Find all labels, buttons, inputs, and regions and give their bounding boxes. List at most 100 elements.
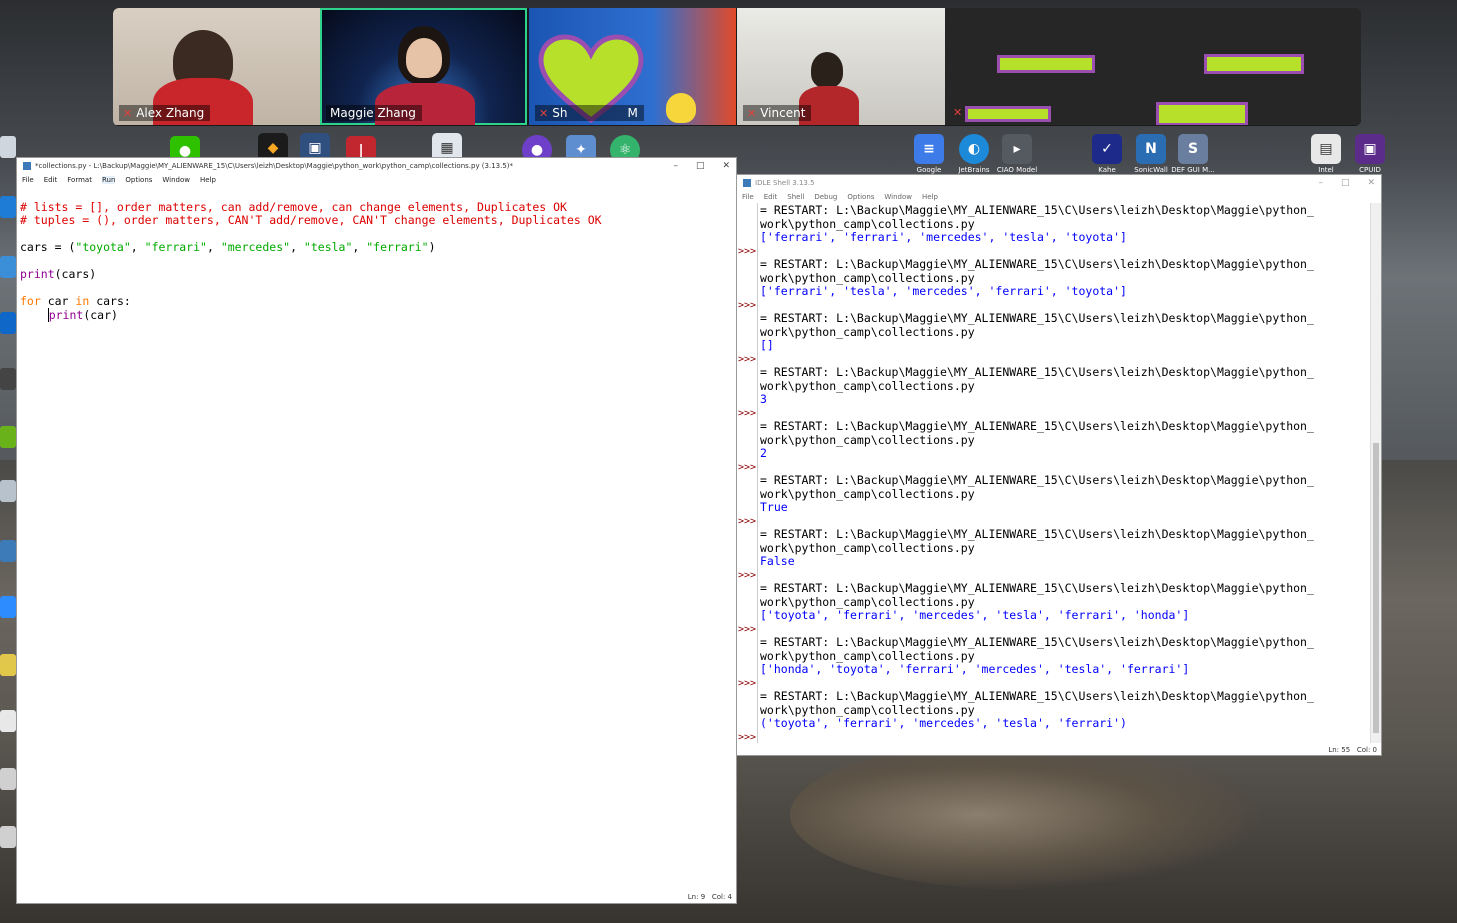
participant-name: ✕ Vincent [743,105,812,121]
shell-scrollbar[interactable] [1370,203,1381,743]
participant-tile-3[interactable]: ✕ Sh M [529,8,736,125]
zoom-icon[interactable] [0,596,16,618]
maximize-icon[interactable]: □ [696,161,705,171]
muted-mic-icon: ✕ [953,106,963,119]
muted-mic-icon: ✕ [539,106,549,120]
restart-line: = RESTART: L:\Backup\Maggie\MY_ALIENWARE… [760,311,1314,325]
play-icon[interactable]: ▸ [1002,134,1032,164]
menu-window[interactable]: Window [884,193,912,201]
editor-title: *collections.py - L:\Backup\Maggie\MY_AL… [35,162,514,170]
menu-run[interactable]: Run [101,176,116,184]
code-line: cars = ("toyota", "ferrari", "mercedes",… [20,240,436,254]
restart-line: = RESTART: L:\Backup\Maggie\MY_ALIENWARE… [760,419,1314,433]
shell-output: ['honda', 'toyota', 'ferrari', 'mercedes… [760,662,1190,676]
code-line: # lists = [], order matters, can add/rem… [20,199,567,214]
participant-tile-2[interactable]: Maggie Zhang [320,8,527,125]
s-icon[interactable]: S [1178,134,1208,164]
counter-strike-icon[interactable] [0,368,16,390]
shell-output: 3 [760,392,767,406]
shell-prompt: >>> [738,677,757,689]
shell-output: [] [760,338,774,352]
shell-output: False [760,554,795,568]
restart-line: work\python_camp\collections.py [760,540,975,555]
recycle-bin-icon[interactable] [0,136,16,158]
shell-output: ['ferrari', 'ferrari', 'mercedes', 'tesl… [760,230,1127,244]
nks-icon[interactable] [0,654,16,676]
edge-icon[interactable] [0,196,16,218]
browser-icon[interactable]: ◐ [959,134,989,164]
menu-edit[interactable]: Edit [44,176,58,184]
shell-window[interactable]: IDLE Shell 3.13.5 – □ ✕ File Edit Shell … [736,174,1382,756]
geforce-icon[interactable] [0,426,16,448]
shell-titlebar[interactable]: IDLE Shell 3.13.5 – □ ✕ [737,175,1381,191]
editor-statusbar: Ln: 9 Col: 4 [687,893,732,901]
restart-line: work\python_camp\collections.py [760,324,975,339]
python-shell-icon [743,179,751,187]
docs-icon[interactable]: ≡ [914,134,944,164]
chip-icon[interactable]: ▣ [1355,134,1385,164]
code-line: print(car) [47,307,118,322]
restart-line: = RESTART: L:\Backup\Maggie\MY_ALIENWARE… [760,473,1314,487]
canon-toolbox-icon[interactable] [0,480,16,502]
restart-line: work\python_camp\collections.py [760,702,975,717]
unity-hub-icon[interactable] [0,826,16,848]
shell-menubar: File Edit Shell Debug Options Window Hel… [737,191,1381,203]
nx-icon[interactable]: N [1136,134,1166,164]
support-assist-icon[interactable] [0,256,16,278]
menu-format[interactable]: Format [67,176,92,184]
editor-titlebar[interactable]: *collections.py - L:\Backup\Maggie\MY_AL… [17,158,736,174]
menu-help[interactable]: Help [922,193,938,201]
aseprite-icon[interactable] [0,710,16,732]
python-icon[interactable] [0,540,16,562]
doc-icon[interactable]: ▤ [1311,134,1341,164]
restart-line: work\python_camp\collections.py [760,648,975,663]
restart-line: work\python_camp\collections.py [760,486,975,501]
unity-icon[interactable] [0,768,16,790]
close-icon[interactable]: ✕ [722,161,730,171]
shell-output: ['ferrari', 'tesla', 'mercedes', 'ferrar… [760,284,1127,298]
editor-window[interactable]: *collections.py - L:\Backup\Maggie\MY_AL… [16,157,737,904]
menu-shell[interactable]: Shell [787,193,804,201]
close-icon[interactable]: ✕ [1367,178,1375,188]
editor-menubar: File Edit Format Run Options Window Help [17,174,736,186]
menu-file[interactable]: File [22,176,34,184]
scrollbar-thumb[interactable] [1373,443,1379,733]
shell-statusbar: Ln: 55 Col: 0 [1328,746,1377,754]
editor-code-area[interactable]: # lists = [], order matters, can add/rem… [20,187,602,349]
menu-edit[interactable]: Edit [764,193,778,201]
participant-tile-4[interactable]: ✕ Vincent [737,8,945,125]
minimize-icon[interactable]: – [1318,178,1323,188]
restart-line: = RESTART: L:\Backup\Maggie\MY_ALIENWARE… [760,365,1314,379]
redaction-bar [965,106,1051,122]
minimize-icon[interactable]: – [673,161,678,171]
zoom-gallery: ✕ Alex Zhang Maggie Zhang ✕ Sh M ✕ Vincent ✕ [113,8,1361,126]
dynolo-icon[interactable] [0,312,16,334]
shell-prompt: >>> [738,623,757,635]
shell-output-area[interactable]: = RESTART: L:\Backup\Maggie\MY_ALIENWARE… [738,203,1314,744]
redaction-bar [1156,102,1248,125]
maximize-icon[interactable]: □ [1341,178,1350,188]
shell-output: True [760,500,788,514]
shell-output: ['toyota', 'ferrari', 'mercedes', 'tesla… [760,608,1190,622]
menu-options[interactable]: Options [847,193,874,201]
restart-line: work\python_camp\collections.py [760,594,975,609]
restart-line: work\python_camp\collections.py [760,378,975,393]
menu-debug[interactable]: Debug [814,193,837,201]
check-icon[interactable]: ✓ [1092,134,1122,164]
redaction-bar [997,55,1095,73]
participant-tile-1[interactable]: ✕ Alex Zhang [113,8,320,125]
menu-window[interactable]: Window [162,176,190,184]
participant-name: ✕ Alex Zhang [119,105,211,121]
restart-line: = RESTART: L:\Backup\Maggie\MY_ALIENWARE… [760,527,1314,541]
shell-prompt: >>> [738,353,757,365]
shell-prompt: >>> [738,731,757,743]
menu-options[interactable]: Options [125,176,152,184]
restart-line: = RESTART: L:\Backup\Maggie\MY_ALIENWARE… [760,635,1314,649]
menu-file[interactable]: File [742,193,754,201]
restart-line: = RESTART: L:\Backup\Maggie\MY_ALIENWARE… [760,257,1314,271]
shell-output: ('toyota', 'ferrari', 'mercedes', 'tesla… [760,716,1127,730]
menu-help[interactable]: Help [200,176,216,184]
shell-prompt: >>> [738,569,757,581]
